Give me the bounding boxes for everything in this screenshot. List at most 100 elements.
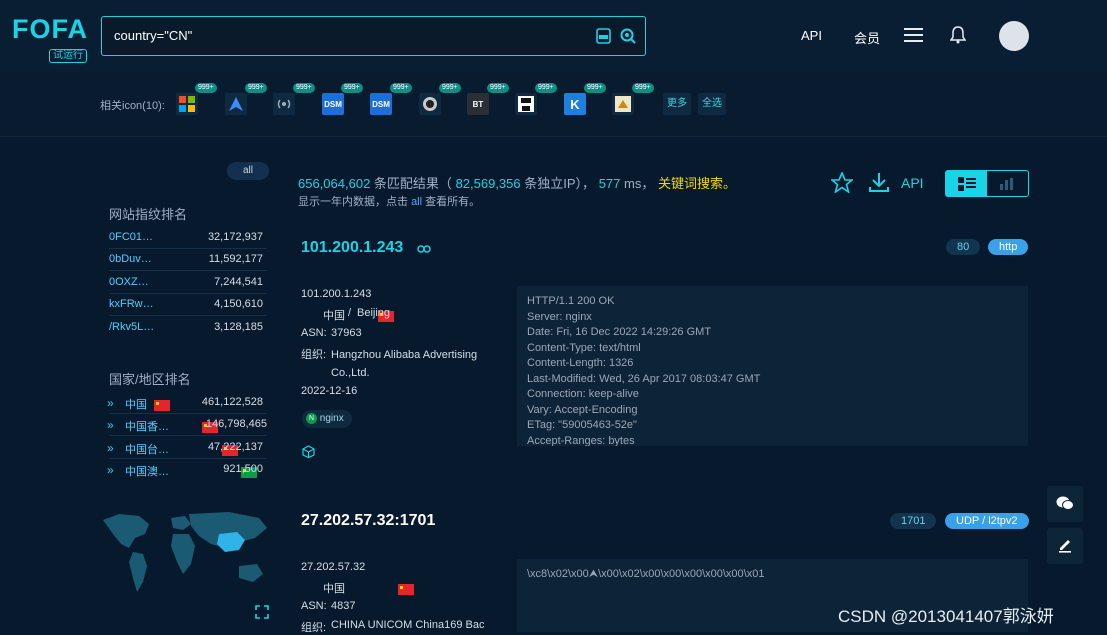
- fofa-logo[interactable]: FOFA: [12, 14, 88, 45]
- search-box[interactable]: country="CN": [101, 16, 646, 56]
- count-badge: 999+: [390, 83, 412, 93]
- api-export-button[interactable]: API: [901, 175, 924, 191]
- asn-label: ASN:: [301, 600, 327, 612]
- count-badge: 999+: [535, 83, 557, 93]
- all-toggle[interactable]: all: [227, 162, 269, 180]
- divider: [109, 248, 267, 249]
- windows-icon[interactable]: [176, 93, 198, 115]
- banner-line: Accept-Ranges: bytes: [527, 434, 635, 447]
- result-note: 显示一年内数据，点击 all 查看所有。: [298, 193, 480, 209]
- wifi-signal-icon[interactable]: [273, 93, 295, 115]
- camera-icon[interactable]: [419, 93, 441, 115]
- feedback-button[interactable]: [1047, 528, 1083, 564]
- country-name[interactable]: 中国台…: [125, 441, 169, 457]
- note-suffix: 查看所有。: [425, 196, 481, 208]
- bell-icon[interactable]: [949, 26, 967, 47]
- query-doc-icon[interactable]: [596, 28, 611, 47]
- fingerprint-key[interactable]: 0FC01…: [109, 231, 153, 243]
- cube-icon[interactable]: [302, 445, 315, 461]
- chevron-right-icon: »: [107, 441, 114, 455]
- match-text: 条匹配结果（: [373, 176, 452, 191]
- country-name[interactable]: 中国香…: [125, 418, 169, 434]
- port-badge[interactable]: 1701: [890, 513, 937, 529]
- nav-api-link[interactable]: API: [801, 28, 822, 43]
- fingerprint-count: 32,172,937: [207, 231, 263, 243]
- fingerprint-count: 4,150,610: [214, 298, 263, 310]
- star-icon[interactable]: [829, 170, 855, 196]
- search-input[interactable]: country="CN": [114, 28, 192, 43]
- country-link[interactable]: 中国: [323, 307, 345, 323]
- world-map[interactable]: [99, 508, 271, 603]
- divider: [109, 315, 267, 316]
- divider: [109, 458, 267, 459]
- puzzle-icon[interactable]: [612, 93, 634, 115]
- k-logo-icon[interactable]: K: [564, 93, 586, 115]
- fingerprint-key[interactable]: 0OXZ…: [109, 276, 149, 288]
- ip-link[interactable]: 27.202.57.32: [301, 561, 365, 573]
- tech-tag-label: nginx: [319, 413, 344, 424]
- link-icon[interactable]: [417, 243, 431, 257]
- wechat-icon: [1056, 495, 1074, 514]
- country-name[interactable]: 中国澳…: [125, 463, 169, 479]
- protocol-badge[interactable]: UDP / l2tpv2: [945, 513, 1029, 529]
- avatar[interactable]: [999, 21, 1029, 51]
- asn-label: ASN:: [301, 327, 327, 339]
- org-link[interactable]: CHINA UNICOM China169 Bac: [331, 619, 484, 631]
- show-all-link[interactable]: all: [411, 196, 422, 208]
- stats-view-icon[interactable]: [987, 171, 1028, 196]
- banner-line: ETag: "59005463-52e": [527, 419, 637, 431]
- port-badge[interactable]: 80: [946, 239, 981, 255]
- bt-icon[interactable]: BT: [467, 93, 489, 115]
- dsm-icon[interactable]: DSM: [370, 93, 392, 115]
- result-title[interactable]: 27.202.57.32:1701: [301, 512, 435, 530]
- banner-line: \xc8\x02\x00⮝\x00\x02\x00\x00\x00\x00\x0…: [527, 568, 765, 580]
- result-summary: 656,064,602 条匹配结果（ 82,569,356 条独立IP）， 57…: [298, 173, 736, 192]
- nginx-icon: N: [306, 412, 317, 424]
- select-all-button[interactable]: 全选: [698, 93, 726, 115]
- asn-link[interactable]: 4837: [331, 600, 355, 612]
- city-link[interactable]: Beijing: [357, 307, 390, 319]
- banner-line: Connection: keep-alive: [527, 388, 639, 400]
- country-link[interactable]: 中国: [323, 580, 345, 596]
- fingerprint-key[interactable]: 0bDuv…: [109, 253, 152, 265]
- ms-text: ms，: [624, 176, 655, 191]
- floppy-icon[interactable]: [515, 93, 537, 115]
- org-label: 组织:: [301, 622, 327, 634]
- count-badge: 999+: [487, 83, 509, 93]
- count-badge: 999+: [293, 83, 315, 93]
- fingerprint-key[interactable]: /Rkv5L…: [109, 321, 154, 333]
- country-name[interactable]: 中国: [125, 396, 147, 412]
- arrow-logo-icon[interactable]: [225, 93, 247, 115]
- org-link[interactable]: Hangzhou Alibaba Advertising Co.,Ltd.: [331, 346, 496, 382]
- banner-line: Server: nginx: [527, 310, 592, 323]
- unique-ip-text: 条独立IP），: [524, 176, 596, 191]
- trial-badge: 试运行: [49, 49, 87, 63]
- more-icons-button[interactable]: 更多: [663, 93, 691, 115]
- search-icon[interactable]: [620, 28, 636, 47]
- keyword-search-link[interactable]: 关键词搜索。: [658, 176, 736, 191]
- list-view-icon[interactable]: [946, 171, 987, 196]
- banner-panel[interactable]: HTTP/1.1 200 OK Server: nginx Date: Fri,…: [517, 286, 1028, 446]
- country-rank-title: 国家/地区排名: [109, 372, 191, 387]
- fullscreen-icon[interactable]: [255, 605, 269, 622]
- count-badge: 999+: [245, 83, 267, 93]
- count-badge: 999+: [439, 83, 461, 93]
- tech-tag[interactable]: N nginx: [302, 410, 352, 428]
- count-badge: 999+: [632, 83, 654, 93]
- view-switch: [945, 170, 1029, 197]
- nav-member-link[interactable]: 会员: [854, 28, 880, 47]
- menu-icon[interactable]: [904, 27, 923, 46]
- related-icons-bar: [0, 72, 1107, 137]
- result-date: 2022-12-16: [301, 385, 358, 397]
- download-icon[interactable]: [868, 172, 890, 196]
- result-title[interactable]: 101.200.1.243: [301, 239, 403, 257]
- divider: [109, 270, 267, 271]
- protocol-badge[interactable]: http: [988, 239, 1029, 255]
- ip-link[interactable]: 101.200.1.243: [301, 288, 371, 300]
- country-count: 461,122,528: [201, 396, 263, 408]
- dsm-icon[interactable]: DSM: [322, 93, 344, 115]
- asn-link[interactable]: 37963: [331, 327, 362, 339]
- fingerprint-key[interactable]: kxFRw…: [109, 298, 154, 310]
- wechat-button[interactable]: [1047, 486, 1083, 522]
- count-badge: 999+: [195, 83, 217, 93]
